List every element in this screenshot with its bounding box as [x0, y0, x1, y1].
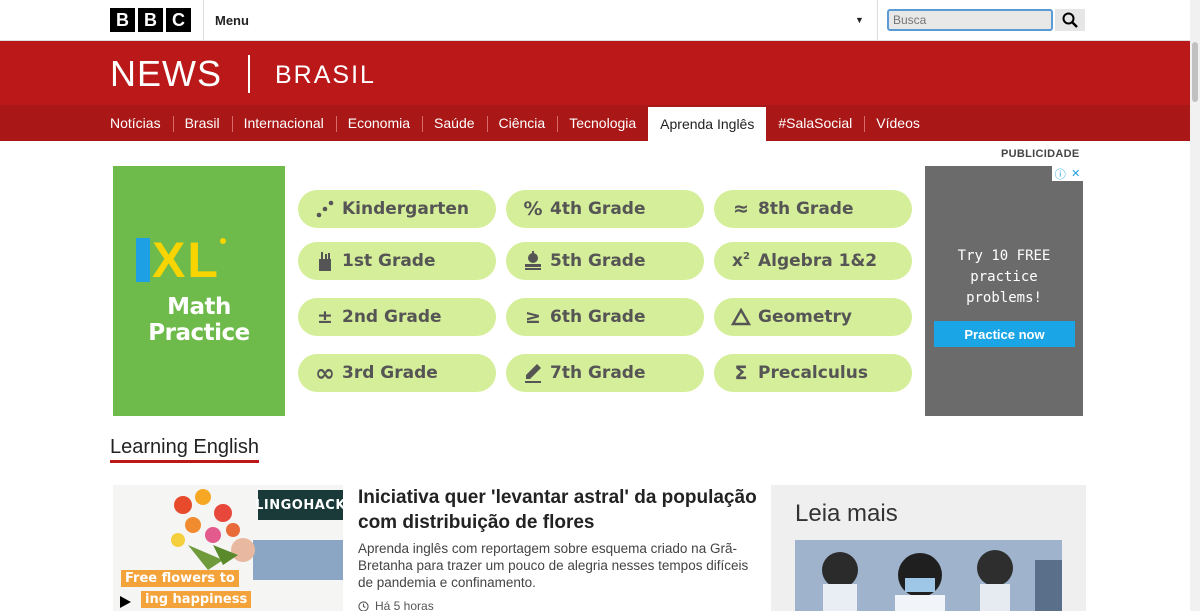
play-icon[interactable]: [117, 594, 133, 610]
logo-letter-b2: B: [138, 8, 163, 32]
apple-book-icon: [522, 251, 544, 271]
sigma-icon: Σ: [734, 362, 748, 384]
triangle-icon: [730, 308, 752, 326]
grade-pill-4th[interactable]: % 4th Grade: [506, 190, 704, 228]
grade-label: Geometry: [758, 307, 852, 327]
ixl-logo-dot: [219, 238, 226, 244]
clock-icon: [358, 600, 369, 611]
news-title[interactable]: NEWS: [110, 53, 222, 95]
section-title[interactable]: Learning English: [110, 436, 259, 459]
divider: [203, 0, 204, 41]
brand-header: NEWS BRASIL: [0, 41, 1190, 105]
article-headline[interactable]: Iniciativa quer 'levantar astral' da pop…: [358, 485, 758, 535]
grade-label: Algebra 1&2: [758, 251, 878, 271]
nav-item-brasil[interactable]: Brasil: [172, 105, 232, 141]
search-input[interactable]: [887, 9, 1053, 31]
info-icon[interactable]: ⓘ: [1055, 166, 1066, 182]
ad-choices-badge[interactable]: ⓘ ✕: [1052, 166, 1083, 181]
nav-item-noticias[interactable]: Notícias: [98, 105, 173, 141]
divider: [877, 0, 878, 41]
practice-now-button[interactable]: Practice now: [934, 321, 1075, 347]
plus-minus-icon: ±: [317, 306, 333, 328]
nav-item-salasocial[interactable]: #SalaSocial: [766, 105, 864, 141]
edition-title[interactable]: BRASIL: [275, 61, 376, 90]
thumb-caption: Free flowers to: [121, 570, 239, 587]
dots-icon: [314, 200, 336, 218]
grade-label: Kindergarten: [342, 199, 469, 219]
search-icon: [1062, 12, 1078, 28]
ad-offer-line: Try 10 FREE: [957, 248, 1051, 264]
nav-item-aprenda-ingles[interactable]: Aprenda Inglês: [648, 105, 767, 141]
greater-equal-icon: ≥: [525, 306, 541, 328]
lingohack-badge: LINGOHACK: [255, 490, 343, 520]
grade-pill-algebra[interactable]: x2 Algebra 1&2: [714, 242, 912, 280]
ixl-logo-i: [136, 238, 150, 282]
grade-pill-5th[interactable]: 5th Grade: [506, 242, 704, 280]
nav-item-tecnologia[interactable]: Tecnologia: [557, 105, 648, 141]
ad-offer-line: problems!: [966, 290, 1042, 306]
ad-brand-panel[interactable]: X L Math Practice: [113, 166, 285, 416]
infinity-icon: ∞: [315, 359, 335, 387]
main-nav: Notícias Brasil Internacional Economia S…: [0, 105, 1190, 141]
scrollbar-thumb[interactable]: [1192, 42, 1198, 102]
nav-item-videos[interactable]: Vídeos: [864, 105, 932, 141]
grade-label: 3rd Grade: [342, 363, 438, 383]
grade-label: Precalculus: [758, 363, 868, 383]
ixl-logo-x: X: [152, 232, 186, 288]
grade-pill-precalculus[interactable]: Σ Precalculus: [714, 354, 912, 392]
header-separator: [248, 55, 250, 93]
nav-item-internacional[interactable]: Internacional: [231, 105, 336, 141]
grade-pill-geometry[interactable]: Geometry: [714, 298, 912, 336]
grade-pill-8th[interactable]: ≈ 8th Grade: [714, 190, 912, 228]
grade-pill-3rd[interactable]: ∞ 3rd Grade: [298, 354, 496, 392]
grade-pill-6th[interactable]: ≥ 6th Grade: [506, 298, 704, 336]
grade-label: 4th Grade: [550, 199, 646, 219]
pencil-icon: [522, 363, 544, 383]
grade-label: 6th Grade: [550, 307, 646, 327]
ixl-logo-l: L: [187, 232, 218, 288]
read-more-panel: Leia mais: [771, 485, 1086, 611]
grade-label: 7th Grade: [550, 363, 646, 383]
grade-pill-7th[interactable]: 7th Grade: [506, 354, 704, 392]
search-button[interactable]: [1055, 9, 1085, 31]
pencil-cup-icon: [314, 251, 336, 271]
ad-side-panel[interactable]: ⓘ ✕ Try 10 FREE practice problems! Pract…: [925, 166, 1083, 416]
grade-label: 2nd Grade: [342, 307, 442, 327]
grade-label: 8th Grade: [758, 199, 854, 219]
nav-item-economia[interactable]: Economia: [335, 105, 422, 141]
grade-label: 5th Grade: [550, 251, 646, 271]
grade-label: 1st Grade: [342, 251, 436, 271]
ad-offer-line: practice: [970, 269, 1038, 285]
grade-pill-2nd[interactable]: ± 2nd Grade: [298, 298, 496, 336]
article-summary: Aprenda inglês com reportagem sobre esqu…: [358, 541, 749, 590]
logo-letter-c: C: [166, 8, 191, 32]
ad-label: PUBLICIDADE: [1001, 148, 1080, 160]
nav-item-saude[interactable]: Saúde: [422, 105, 486, 141]
percent-icon: %: [523, 198, 543, 220]
x-squared-icon: x2: [732, 251, 750, 271]
grade-pill-1st[interactable]: 1st Grade: [298, 242, 496, 280]
ad-tagline: Math Practice: [148, 294, 250, 346]
timestamp-text: Há 5 horas: [375, 599, 434, 611]
read-more-title: Leia mais: [795, 500, 898, 527]
ad-offer-text: Try 10 FREE practice problems!: [935, 246, 1073, 309]
close-icon[interactable]: ✕: [1071, 167, 1080, 180]
approx-icon: ≈: [733, 198, 749, 220]
article-thumbnail[interactable]: LINGOHACK Free flowers to ing happiness: [113, 485, 343, 611]
nav-item-ciencia[interactable]: Ciência: [486, 105, 558, 141]
ixl-logo: X L: [136, 232, 226, 288]
thumb-caption: ing happiness: [141, 591, 252, 608]
students-photo: [795, 540, 1062, 611]
menu-button[interactable]: Menu: [215, 13, 249, 28]
logo-letter-b1: B: [110, 8, 135, 32]
bbc-logo[interactable]: B B C: [110, 8, 191, 32]
caret-down-icon[interactable]: ▼: [855, 15, 864, 25]
article-timestamp: Há 5 horas: [358, 599, 434, 611]
grade-pill-kindergarten[interactable]: Kindergarten: [298, 190, 496, 228]
section-underline: [110, 460, 259, 463]
read-more-image[interactable]: [795, 540, 1062, 611]
top-bar: B B C Menu ▼: [0, 0, 1200, 41]
